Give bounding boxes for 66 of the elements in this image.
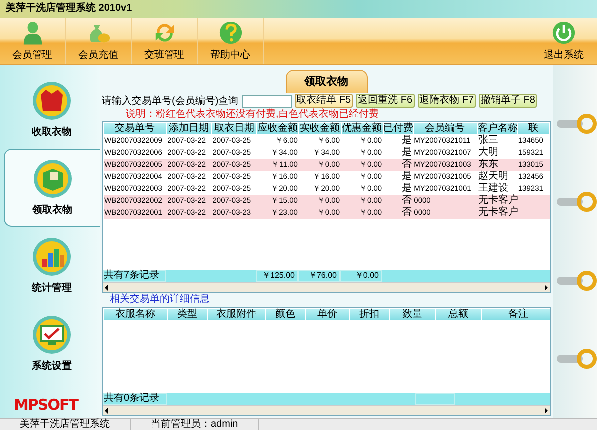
toolbar-button[interactable]: 帮助中心 — [198, 18, 264, 64]
column-header[interactable]: 单价 — [306, 308, 350, 320]
table-cell: 无卡客户 — [477, 195, 518, 207]
column-header[interactable]: 数量 — [390, 308, 436, 320]
search-label: 请输入交易单号(会员编号)查询 — [102, 94, 239, 108]
column-header[interactable]: 实收金额 — [298, 122, 342, 134]
table-cell-text: 张三 — [477, 134, 500, 146]
bar-blocks-icon — [32, 236, 72, 276]
table-cell: 否 — [383, 159, 414, 171]
help-icon — [218, 20, 244, 46]
box-icon — [32, 158, 72, 198]
toolbar-button[interactable]: 会员充值 — [66, 18, 132, 64]
table-cell: 王建设 — [477, 183, 518, 195]
sidebar-item[interactable]: 收取衣物 — [4, 71, 100, 149]
column-header[interactable]: 添加日期 — [166, 122, 212, 134]
horizontal-scrollbar[interactable] — [103, 282, 550, 292]
table-cell: 否 — [383, 207, 414, 219]
power-icon — [551, 20, 577, 46]
toolbar-button[interactable]: 会员管理 — [0, 18, 66, 64]
exit-button[interactable]: 退出系统 — [531, 18, 597, 64]
horizontal-scrollbar[interactable] — [103, 405, 550, 415]
column-header[interactable]: 总额 — [436, 308, 482, 320]
table-cell: 东东 — [477, 159, 518, 171]
table-cell: 是 — [383, 171, 414, 183]
window-title: 美萍干洗店管理系统 2010v1 — [0, 0, 597, 18]
sidebar-item[interactable]: 领取衣物 — [4, 149, 100, 227]
legend-note: 说明：粉红色代表衣物还没有付费,白色代表衣物已经付费 — [125, 109, 380, 121]
column-header[interactable]: 联 — [517, 122, 550, 134]
action-button[interactable]: 返回重洗 F6 — [356, 94, 415, 108]
table-cell: 赵天明 — [477, 171, 518, 183]
column-header[interactable]: 应收金额 — [256, 122, 299, 134]
search-field[interactable] — [242, 94, 292, 108]
details-heading: 相关交易单的详细信息 — [109, 293, 211, 307]
column-header[interactable]: 颜色 — [266, 308, 306, 320]
total-cell: ￥76.00 — [298, 270, 340, 282]
total-cell — [415, 393, 455, 405]
column-header[interactable]: 客户名称 — [477, 122, 518, 134]
column-header[interactable]: 折扣 — [350, 308, 390, 320]
column-header[interactable]: 类型 — [168, 308, 208, 320]
toolbar-button[interactable]: 交班管理 — [132, 18, 198, 64]
table-cell-text: 是 — [401, 134, 414, 147]
column-header[interactable]: 衣服名称 — [104, 308, 168, 320]
table-cell: 无卡客户 — [477, 207, 518, 219]
column-header[interactable]: 交易单号 — [104, 122, 167, 134]
sidebar-item[interactable]: 统计管理 — [4, 227, 100, 305]
status-text: 当前管理员：admin — [131, 419, 260, 430]
total-cell: ￥125.00 — [256, 270, 298, 282]
column-header[interactable]: 会员编号 — [413, 122, 478, 134]
column-header[interactable]: 已付费 — [383, 122, 414, 134]
sidebar-item[interactable]: 系统设置 — [4, 305, 100, 383]
status-text: 美萍干洗店管理系统 — [0, 419, 131, 430]
column-header[interactable]: 备注 — [482, 308, 550, 320]
action-button[interactable]: 取衣结单 F5 — [294, 94, 354, 108]
table-cell: 是 — [383, 183, 414, 195]
table-cell: 否 — [383, 195, 414, 207]
total-cell: ￥0.00 — [340, 270, 382, 282]
action-button[interactable]: 退隋衣物 F7 — [418, 94, 476, 108]
column-header[interactable]: 优惠金额 — [341, 122, 384, 134]
page-title: 领取衣物 — [286, 70, 368, 93]
column-header[interactable]: 取衣日期 — [212, 122, 257, 134]
monitor-icon — [32, 314, 72, 354]
action-button[interactable]: 撤销单子 F8 — [479, 94, 538, 108]
table-cell: 大明 — [477, 147, 518, 159]
table-cell: 是 — [383, 147, 414, 159]
brand-logo: MPSOFT — [13, 394, 80, 416]
column-header[interactable]: 衣服附件 — [208, 308, 266, 320]
